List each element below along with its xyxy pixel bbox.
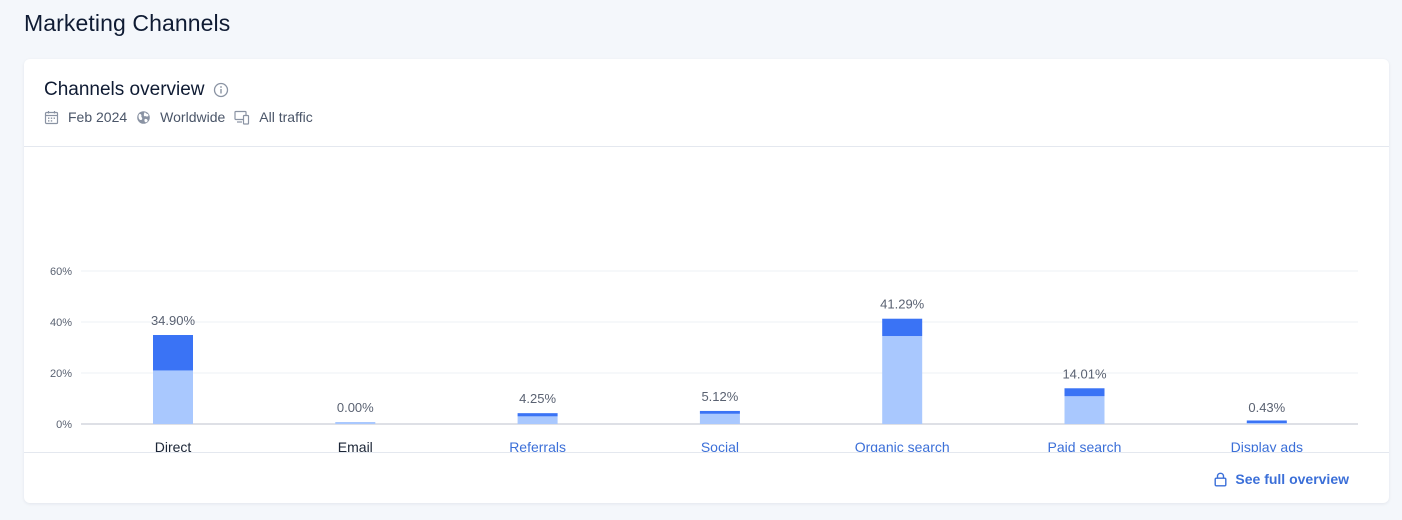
filter-date[interactable]: Feb 2024 bbox=[44, 109, 127, 125]
bar-segment-light[interactable] bbox=[517, 416, 558, 424]
bar-segment-dark[interactable] bbox=[153, 335, 193, 371]
category-label: Direct bbox=[155, 439, 192, 452]
bar-value-label: 41.29% bbox=[880, 297, 925, 312]
bar-value-label: 14.01% bbox=[1062, 366, 1107, 381]
devices-icon bbox=[234, 110, 250, 125]
y-tick-label: 0% bbox=[56, 419, 72, 431]
filter-traffic[interactable]: All traffic bbox=[234, 109, 313, 125]
lock-icon bbox=[1214, 472, 1227, 486]
globe-icon bbox=[137, 110, 150, 124]
bar-value-label: 0.00% bbox=[337, 400, 374, 415]
bar-segment-light[interactable] bbox=[153, 370, 193, 424]
card-header: Channels overview Feb 2024 Worldwide All… bbox=[24, 59, 1389, 147]
info-icon[interactable] bbox=[213, 82, 229, 98]
page-title: Marketing Channels bbox=[24, 10, 231, 36]
category-label[interactable]: Referrals bbox=[509, 439, 566, 455]
category-label[interactable]: Paid search bbox=[1048, 439, 1122, 455]
y-tick-label: 20% bbox=[50, 368, 72, 380]
category-label: Email bbox=[338, 439, 373, 452]
channels-bar-chart: 60% 40% 20% 0% 34.90% Direct 0.00% Email 4.25% R… bbox=[50, 266, 1358, 455]
filters-bar: Feb 2024 Worldwide All traffic bbox=[44, 109, 322, 125]
bar-segment-dark[interactable] bbox=[517, 413, 558, 417]
card-footer: See full overview bbox=[24, 452, 1389, 504]
see-full-overview-label: See full overview bbox=[1235, 471, 1349, 487]
card-title: Channels overview bbox=[44, 79, 205, 100]
y-tick-label: 40% bbox=[50, 317, 72, 329]
category-label[interactable]: Display ads bbox=[1231, 439, 1303, 455]
filter-region[interactable]: Worldwide bbox=[136, 109, 225, 125]
channels-overview-card: Channels overview Feb 2024 Worldwide All… bbox=[24, 59, 1389, 503]
bar-value-label: 5.12% bbox=[701, 389, 738, 404]
category-label[interactable]: Organic search bbox=[855, 439, 950, 455]
bar-segment-dark[interactable] bbox=[882, 318, 923, 337]
bar-segment-dark[interactable] bbox=[1064, 388, 1105, 397]
bar-segment-light[interactable] bbox=[882, 336, 923, 424]
category-label[interactable]: Social bbox=[701, 439, 739, 455]
bar-value-label: 34.90% bbox=[151, 313, 196, 328]
see-full-overview-link[interactable]: See full overview bbox=[1214, 471, 1349, 487]
bar-segment-dark[interactable] bbox=[1246, 420, 1287, 423]
calendar-icon bbox=[44, 110, 59, 124]
y-tick-label: 60% bbox=[50, 266, 72, 278]
card-title-row: Channels overview bbox=[44, 79, 229, 101]
bar-value-label: 0.43% bbox=[1248, 400, 1285, 415]
filter-date-label: Feb 2024 bbox=[68, 109, 128, 125]
channels-chart: 60% 40% 20% 0% 34.90% Direct 0.00% Email 4.25% R… bbox=[24, 147, 1389, 455]
bar-segment-dark[interactable] bbox=[699, 410, 740, 414]
bar-value-label: 4.25% bbox=[519, 391, 556, 406]
filter-traffic-label: All traffic bbox=[259, 109, 313, 125]
bar-segment-light[interactable] bbox=[1064, 396, 1105, 424]
filter-region-label: Worldwide bbox=[160, 109, 226, 125]
bar-segment-light[interactable] bbox=[335, 422, 376, 424]
bar-segment-light[interactable] bbox=[699, 413, 740, 424]
